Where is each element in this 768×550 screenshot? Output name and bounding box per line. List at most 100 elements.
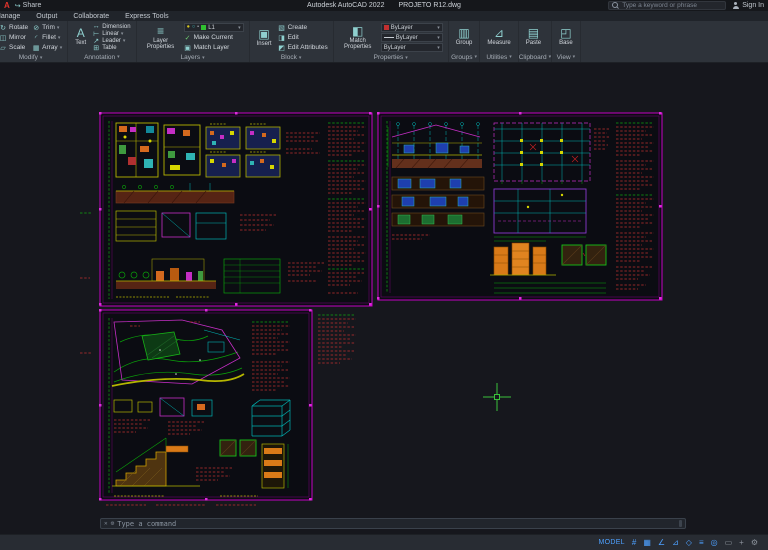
edit-attributes-button[interactable]: ◩ Edit Attributes <box>278 43 328 52</box>
command-line[interactable]: ✕ ⚙ Type a command <box>100 518 686 529</box>
mirror-label: Mirror <box>9 34 26 41</box>
linetype-value: ByLayer <box>383 44 406 51</box>
groups-panel-label[interactable]: Groups ▾ <box>449 52 480 62</box>
ribbon: ↻ Rotate ◫ Mirror ▱ Scale ⊘ Trim ▾ ◜ Fillet ▾ ▦… <box>0 21 768 63</box>
search-input[interactable] <box>622 2 723 9</box>
chevron-down-icon: ▾ <box>548 54 552 60</box>
model-space-button[interactable]: MODEL <box>598 539 624 546</box>
drawing-sheet-2[interactable] <box>377 112 663 301</box>
edit-attributes-label: Edit Attributes <box>287 44 328 51</box>
layer-properties-button[interactable]: ≡ Layer Properties <box>142 25 180 51</box>
drawing-area[interactable] <box>0 63 768 534</box>
customize-icon[interactable]: ⚙ <box>111 520 115 527</box>
object-color-dropdown[interactable]: ByLayer ▾ <box>380 23 443 32</box>
grid-icon[interactable]: # <box>632 538 636 547</box>
edit-block-button[interactable]: ◨ Edit <box>278 33 328 42</box>
annotation-scale-icon[interactable]: ▭ <box>725 538 733 547</box>
wall-elevations[interactable] <box>391 176 485 227</box>
ribbon-panel-block: ▣ Insert ▧ Create ◨ Edit ◩ Edit Attributes … <box>250 21 334 62</box>
utilities-panel-label[interactable]: Utilities ▾ <box>480 52 517 62</box>
search-box[interactable] <box>608 1 727 10</box>
rotate-icon: ↻ <box>0 24 6 32</box>
insert-button[interactable]: ▣ Insert <box>255 28 274 47</box>
table-label: Table <box>102 44 117 51</box>
scale-icon: ▱ <box>0 44 6 52</box>
group-label: Group <box>455 40 473 47</box>
paste-label: Paste <box>525 40 542 47</box>
base-label: Base <box>559 40 573 47</box>
view-panel-label[interactable]: View ▾ <box>552 52 580 62</box>
lineweight-icon[interactable]: ≡ <box>699 538 704 547</box>
mirror-button[interactable]: ◫ Mirror <box>0 33 28 42</box>
trim-label: Trim <box>42 24 55 31</box>
drawing-sheet-3[interactable] <box>99 309 313 501</box>
dynamic-ucs-icon[interactable]: ◎ <box>711 538 718 547</box>
annotation-panel-label[interactable]: Annotation ▾ <box>68 52 135 62</box>
create-block-button[interactable]: ▧ Create <box>278 23 328 32</box>
trim-button[interactable]: ⊘ Trim ▾ <box>32 23 62 32</box>
document-title: PROJETO R12.dwg <box>398 2 461 9</box>
annotation-panel-title: Annotation <box>84 53 116 61</box>
base-button[interactable]: ◰ Base <box>557 27 575 46</box>
table-button[interactable]: ⊞ Table <box>92 44 130 52</box>
fillet-button[interactable]: ◜ Fillet ▾ <box>32 33 62 42</box>
clipboard-panel-label[interactable]: Clipboard ▾ <box>519 52 551 62</box>
scale-button[interactable]: ▱ Scale <box>0 43 28 52</box>
layer-on-icon: ● <box>186 23 190 30</box>
table-icon: ⊞ <box>93 44 100 52</box>
measure-button[interactable]: ⊿ Measure <box>485 27 512 46</box>
isodraft-icon[interactable]: ⊿ <box>672 538 679 547</box>
osnap-icon[interactable]: ◇ <box>686 538 692 547</box>
close-icon[interactable]: ✕ <box>104 520 108 527</box>
polar-tracking-icon[interactable]: ∠ <box>658 538 665 547</box>
command-input[interactable]: Type a command <box>117 520 176 528</box>
layer-freeze-icon: ○ <box>191 23 196 30</box>
clipboard-panel-title: Clipboard <box>518 53 547 61</box>
ribbon-panel-clipboard: ▤ Paste Clipboard ▾ <box>519 21 553 62</box>
drawing-sheet-1[interactable] <box>99 112 373 307</box>
match-properties-icon: ◧ <box>352 23 364 38</box>
rotate-button[interactable]: ↻ Rotate <box>0 23 28 32</box>
layer-lock-icon: ▪ <box>197 23 200 30</box>
fillet-icon: ◜ <box>34 34 38 42</box>
layer-dropdown[interactable]: ● ○ ▪ L1 ▾ <box>183 23 244 32</box>
search-icon <box>612 2 619 9</box>
snap-icon[interactable]: ▦ <box>643 538 651 547</box>
block-panel-label[interactable]: Block ▾ <box>250 53 333 62</box>
properties-panel-label[interactable]: Properties ▾ <box>334 53 448 62</box>
modify-panel-label[interactable]: Modify ▾ <box>0 53 67 62</box>
share-button[interactable]: ↪ Share <box>15 2 42 10</box>
tab-output[interactable]: Output <box>28 11 65 21</box>
tab-express-tools[interactable]: Express Tools <box>117 11 176 21</box>
chevron-down-icon: ▾ <box>437 34 440 41</box>
group-button[interactable]: ▥ Group <box>454 27 475 46</box>
create-block-label: Create <box>287 24 308 31</box>
match-properties-button[interactable]: ◧ Match Properties <box>339 25 377 51</box>
make-current-button[interactable]: ✓ Make Current <box>184 33 244 42</box>
tab-manage[interactable]: Manage <box>0 11 28 21</box>
linetype-dropdown[interactable]: ByLayer ▾ <box>380 43 443 52</box>
lineweight-dropdown[interactable]: ByLayer ▾ <box>380 33 443 42</box>
trim-icon: ⊘ <box>33 24 40 32</box>
command-scrollbar[interactable] <box>679 520 682 527</box>
linear-label: Linear <box>102 30 119 37</box>
model-space-canvas[interactable]: ✕ ⚙ Type a command <box>0 63 768 534</box>
paste-button[interactable]: ▤ Paste <box>524 27 543 46</box>
sign-in-button[interactable]: Sign In <box>732 2 764 9</box>
text-icon: A <box>76 26 85 41</box>
layers-panel-label[interactable]: Layers ▾ <box>137 53 249 62</box>
tab-collaborate[interactable]: Collaborate <box>65 11 117 21</box>
make-current-icon: ✓ <box>184 34 191 42</box>
lineweight-value: ByLayer <box>395 34 418 41</box>
chevron-down-icon: ▾ <box>572 54 576 60</box>
match-layer-button[interactable]: ▣ Match Layer <box>184 43 244 52</box>
chevron-down-icon: ▾ <box>474 54 477 60</box>
array-button[interactable]: ▦ Array ▾ <box>32 43 62 52</box>
tall-cabinet[interactable] <box>261 443 289 489</box>
gear-icon[interactable]: ⚙ <box>751 538 758 547</box>
text-button[interactable]: A Text <box>73 27 88 46</box>
chevron-down-icon: ▾ <box>122 37 126 44</box>
chevron-down-icon: ▾ <box>238 24 241 31</box>
layer-properties-label: Layer Properties <box>146 37 175 50</box>
customization-icon[interactable]: + <box>739 538 744 547</box>
